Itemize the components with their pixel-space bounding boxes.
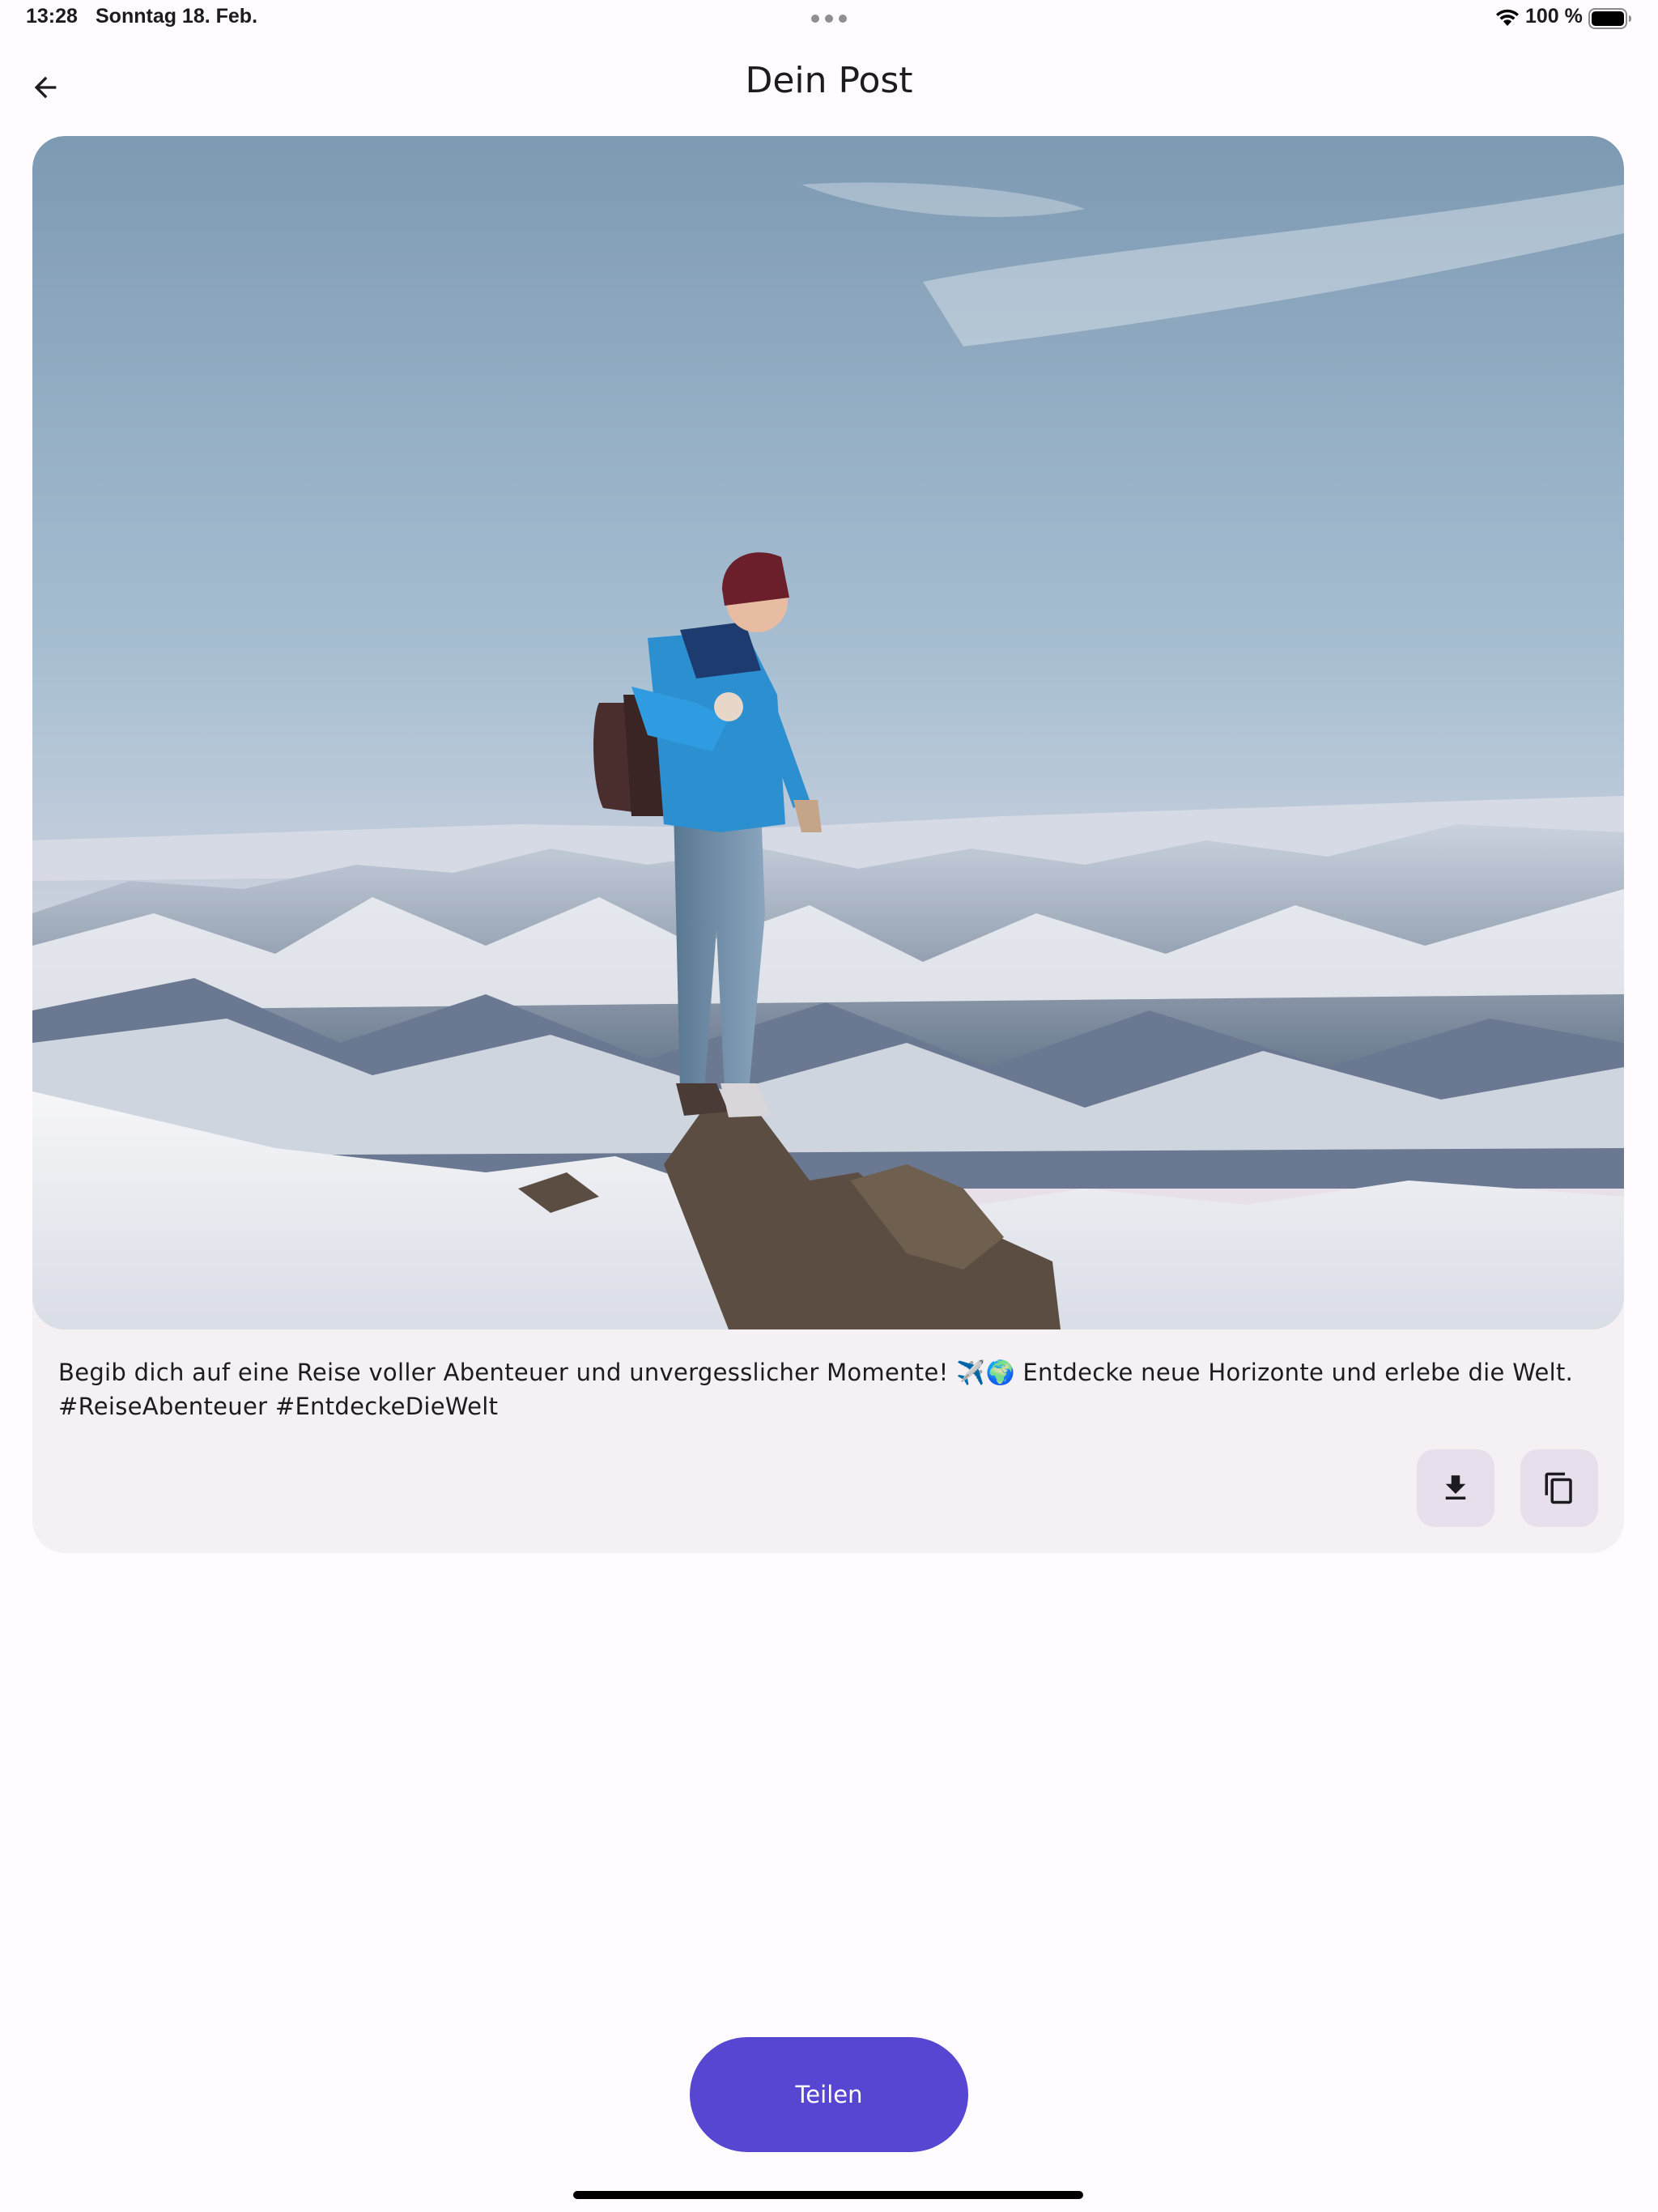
post-card: Begib dich auf eine Reise voller Abenteu…: [32, 136, 1624, 1553]
battery-percentage: 100 %: [1525, 5, 1583, 28]
post-image: [32, 136, 1624, 1329]
status-time: 13:28: [26, 5, 78, 28]
copy-button[interactable]: [1520, 1449, 1598, 1527]
share-button[interactable]: Teilen: [690, 2037, 968, 2152]
status-date: Sonntag 18. Feb.: [96, 5, 258, 28]
download-button[interactable]: [1417, 1449, 1494, 1527]
download-icon: [1445, 1475, 1466, 1499]
copy-icon: [1545, 1472, 1572, 1504]
battery-icon: [1588, 8, 1631, 29]
status-bar: 13:28 Sonntag 18. Feb. 100 %: [0, 0, 1658, 39]
wifi-icon: [1496, 9, 1519, 26]
page-title: Dein Post: [745, 60, 913, 101]
post-caption: Begib dich auf eine Reise voller Abenteu…: [58, 1359, 1574, 1420]
home-indicator[interactable]: [573, 2191, 1083, 2199]
multitask-dots-icon[interactable]: [811, 15, 847, 23]
app-bar: Dein Post: [0, 39, 1658, 130]
